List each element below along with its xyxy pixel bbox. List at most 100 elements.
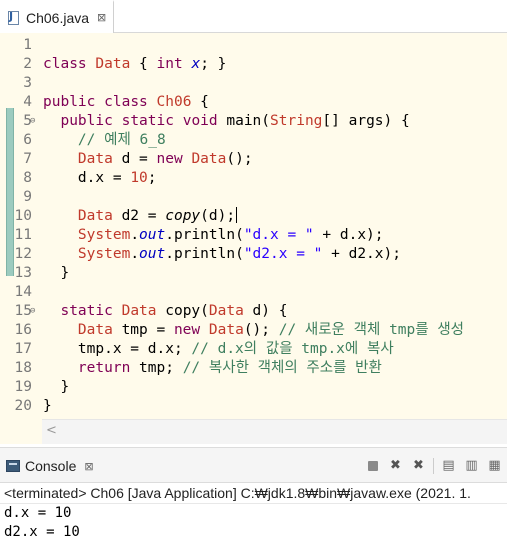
code-line: 4 public class Ch06 {: [0, 93, 507, 112]
code-token: ();: [226, 151, 253, 167]
close-icon[interactable]: ⊠: [84, 460, 93, 473]
code-token: d.x =: [43, 170, 131, 186]
code-line: 17 tmp.x = d.x; // d.x의 값을 tmp.x에 복사: [0, 340, 507, 359]
code-text: Data d2 = copy(d);: [43, 207, 238, 226]
code-text: public class Ch06 {: [43, 93, 209, 112]
code-text: static Data copy(Data d) {: [43, 302, 287, 321]
code-token: x: [191, 56, 201, 72]
code-text: d.x = 10;: [43, 169, 157, 188]
code-line: 16 Data tmp = new Data(); // 새로운 객체 tmp를…: [0, 321, 507, 340]
line-number: 3: [23, 75, 32, 91]
java-file-icon: J: [6, 10, 22, 26]
code-token: int: [156, 56, 183, 72]
fold-toggle-icon[interactable]: ⊖: [30, 302, 35, 321]
code-token: public: [60, 113, 113, 129]
code-token: Data: [208, 322, 244, 338]
code-token: "d.x = ": [243, 227, 314, 243]
close-icon[interactable]: ⊠: [97, 11, 106, 24]
code-token: new: [173, 322, 201, 338]
console-view-bar: Console ⊠ ✖ ✖ ▤ ▥ ▦: [0, 447, 507, 483]
code-token: ;: [147, 170, 157, 186]
line-number: 19: [14, 379, 32, 395]
code-text: }: [43, 397, 52, 416]
pin-console-icon[interactable]: ▦: [486, 457, 503, 474]
code-token: {: [191, 94, 209, 110]
code-line: 13 }: [0, 264, 507, 283]
line-number: 1: [23, 37, 32, 53]
code-token: Ch06: [156, 94, 192, 110]
code-token: tmp.x = d.x;: [43, 341, 192, 357]
code-token: "d2.x = ": [243, 246, 323, 262]
toolbar-separator: [433, 457, 434, 474]
code-token: d2 =: [112, 208, 166, 224]
line-number: 15: [14, 303, 32, 319]
remove-launch-icon[interactable]: ✖: [387, 457, 404, 474]
code-token: void: [182, 113, 218, 129]
console-output[interactable]: d.x = 10 d2.x = 10: [0, 504, 507, 556]
console-tab[interactable]: Console ⊠: [0, 448, 94, 484]
code-text: tmp.x = d.x; // d.x의 값을 tmp.x에 복사: [43, 340, 394, 359]
line-number: 20: [14, 398, 32, 414]
code-text: public static void main(String[] args) {: [43, 112, 409, 131]
code-token: ; }: [200, 56, 227, 72]
line-number: 6: [23, 132, 32, 148]
code-token: copy(: [156, 303, 209, 319]
code-line: 20}: [0, 397, 507, 416]
console-toolbar: ✖ ✖ ▤ ▥ ▦: [364, 457, 503, 474]
code-text: }: [43, 378, 69, 397]
code-token: return: [77, 360, 131, 376]
line-number: 9: [23, 189, 32, 205]
code-token: + d.x);: [313, 227, 384, 243]
code-token: {: [130, 56, 157, 72]
code-token: public: [43, 94, 96, 110]
code-token: static: [60, 303, 113, 319]
scroll-left-icon[interactable]: <: [46, 423, 57, 438]
code-token: class: [43, 56, 87, 72]
code-token: d =: [112, 151, 157, 167]
line-number: 10: [14, 208, 32, 224]
code-token: }: [43, 379, 70, 395]
code-token: tmp;: [130, 360, 183, 376]
code-token: 10: [130, 170, 148, 186]
code-line: 15 ⊖ static Data copy(Data d) {: [0, 302, 507, 321]
editor-tab-ch06-java[interactable]: J Ch06.java ⊠: [0, 0, 114, 33]
code-line: 2 class Data { int x; }: [0, 55, 507, 74]
code-token: Data: [191, 151, 227, 167]
code-line: 7 Data d = new Data();: [0, 150, 507, 169]
code-line: 6 // 예제 6_8: [0, 131, 507, 150]
code-line: 3: [0, 74, 507, 93]
code-text: Data tmp = new Data(); // 새로운 객체 tmp를 생성: [43, 321, 464, 340]
code-token: class: [104, 94, 148, 110]
line-number: 12: [14, 246, 32, 262]
code-line: 9: [0, 188, 507, 207]
code-token: System: [77, 246, 131, 262]
horizontal-scrollbar[interactable]: <: [42, 419, 507, 444]
remove-all-terminated-icon[interactable]: ✖: [410, 457, 427, 474]
terminate-icon[interactable]: [364, 457, 381, 474]
fold-toggle-icon[interactable]: ⊖: [30, 112, 35, 131]
code-line: 8 d.x = 10;: [0, 169, 507, 188]
code-token: main(: [217, 113, 271, 129]
line-number: 7: [23, 151, 32, 167]
code-token: tmp =: [112, 322, 174, 338]
code-editor[interactable]: 1 2 class Data { int x; } 3 4 public class Ch…: [0, 33, 507, 444]
code-text: System.out.println("d2.x = " + d2.x);: [43, 245, 401, 264]
clear-console-icon[interactable]: ▤: [440, 457, 457, 474]
line-number: 13: [14, 265, 32, 281]
code-token: Data: [95, 56, 131, 72]
code-text: Data d = new Data();: [43, 150, 253, 169]
code-text: return tmp; // 복사한 객체의 주소를 반환: [43, 359, 382, 378]
code-token: Data: [77, 151, 113, 167]
scroll-lock-icon[interactable]: ▥: [463, 457, 480, 474]
code-token: new: [156, 151, 183, 167]
